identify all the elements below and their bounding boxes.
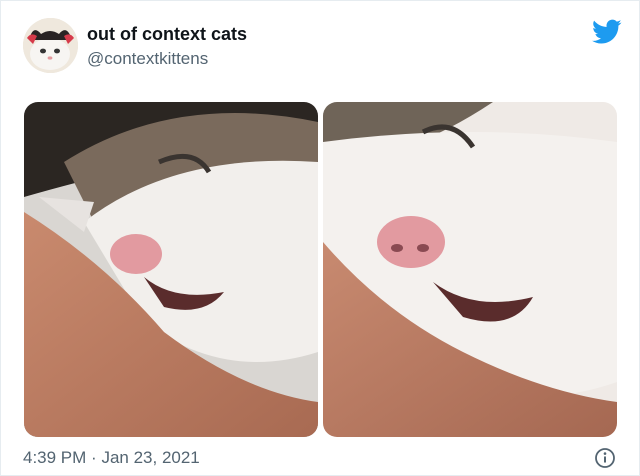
sleeping-cat-closeup-image <box>323 102 617 437</box>
tweet-timestamp[interactable]: 4:39 PM · Jan 23, 2021 <box>23 448 200 468</box>
sleeping-cat-image <box>24 102 318 437</box>
author-name[interactable]: out of context cats <box>87 24 247 45</box>
tweet-card: out of context cats @contextkittens 4:39… <box>0 0 640 476</box>
cat-photo-1[interactable] <box>24 102 318 437</box>
avatar[interactable] <box>23 18 78 73</box>
info-icon[interactable] <box>594 447 616 469</box>
tweet-date: Jan 23, 2021 <box>101 448 200 467</box>
timestamp-separator: · <box>91 448 97 467</box>
tweet-time: 4:39 PM <box>23 448 87 467</box>
author-handle[interactable]: @contextkittens <box>87 49 208 69</box>
avatar-cat-image <box>23 18 78 73</box>
cat-photo-2[interactable] <box>323 102 617 437</box>
twitter-bird-icon[interactable] <box>592 19 622 45</box>
